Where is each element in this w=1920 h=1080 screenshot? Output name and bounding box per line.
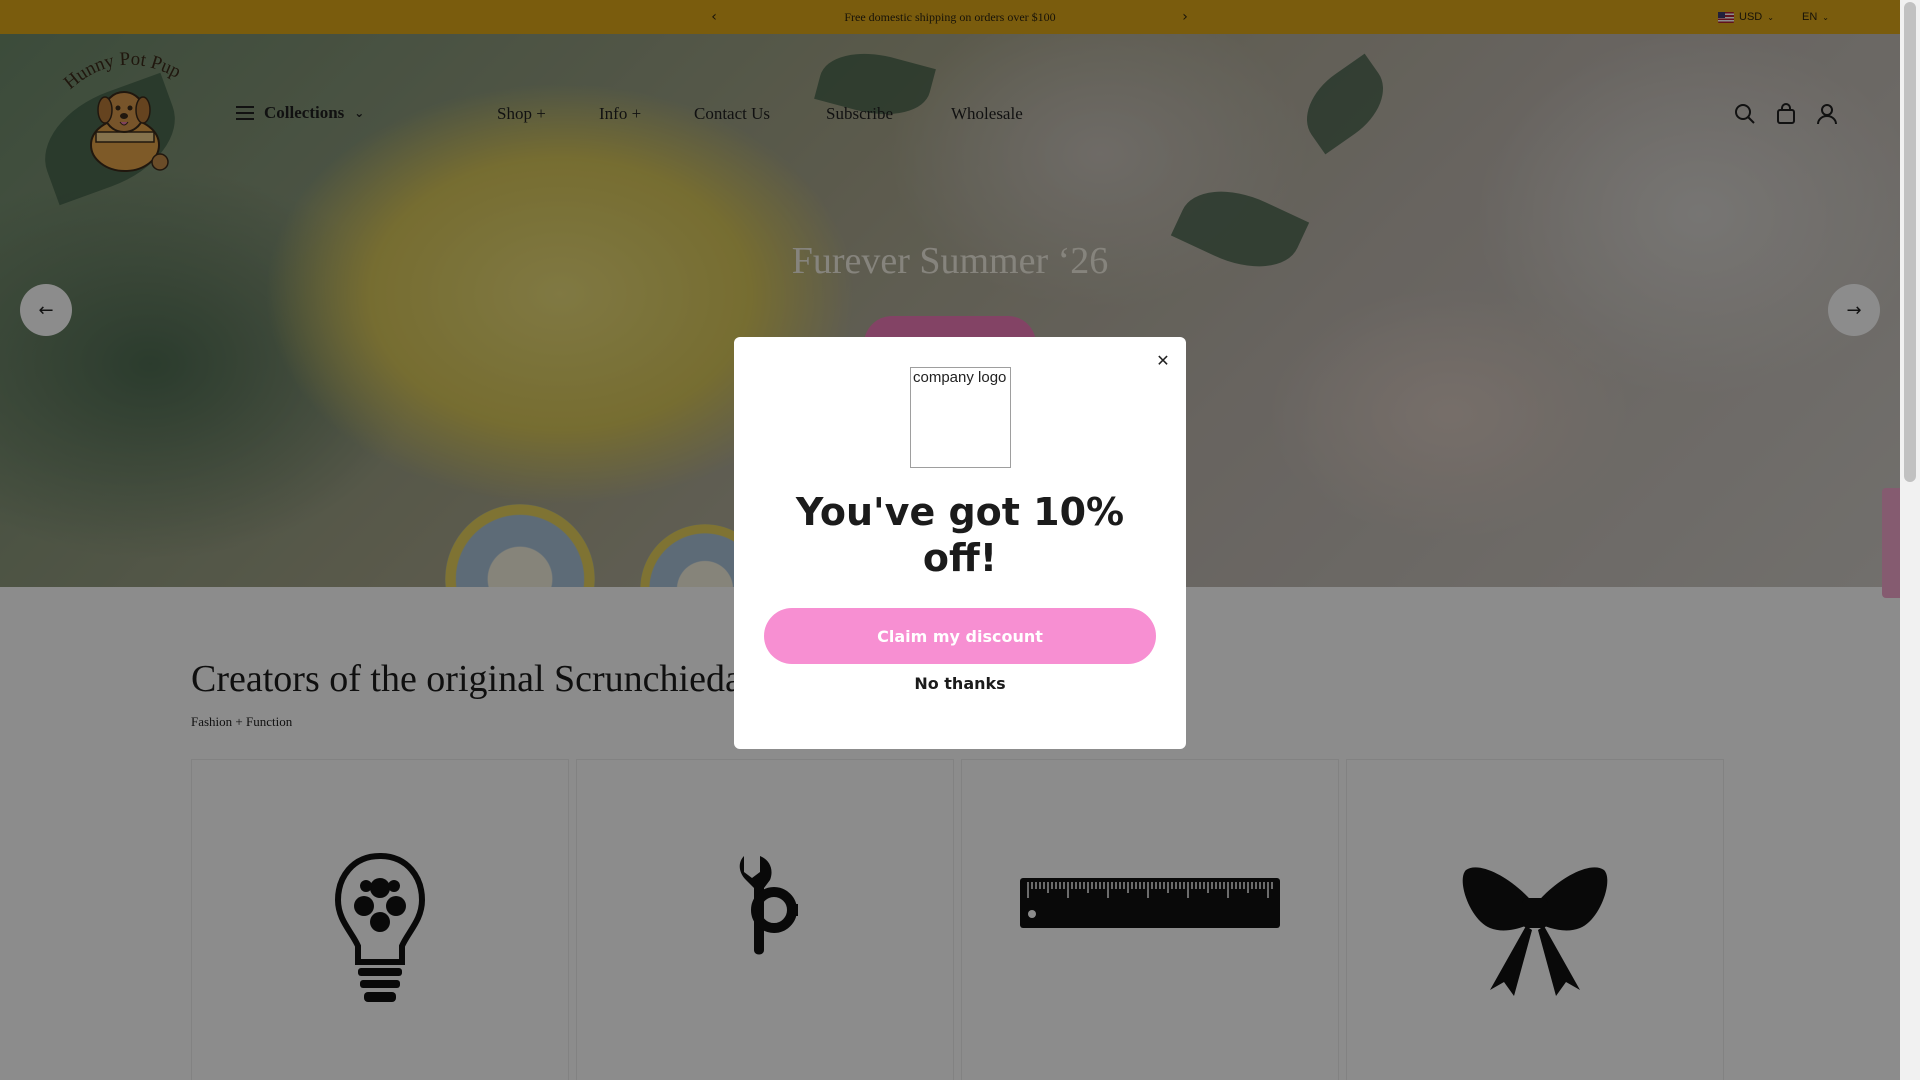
no-thanks-button[interactable]: No thanks [734,674,1186,693]
popup-headline: You've got 10% off! [795,490,1125,580]
page-scrollbar[interactable] [1900,0,1920,1080]
close-icon: ✕ [1156,350,1170,370]
company-logo-image: company logo [910,367,1011,468]
discount-popup: ✕ company logo You've got 10% off! Claim… [734,337,1186,749]
scrollbar-thumb[interactable] [1904,2,1916,482]
close-popup-button[interactable]: ✕ [1150,347,1176,373]
claim-discount-button[interactable]: Claim my discount [764,608,1156,664]
